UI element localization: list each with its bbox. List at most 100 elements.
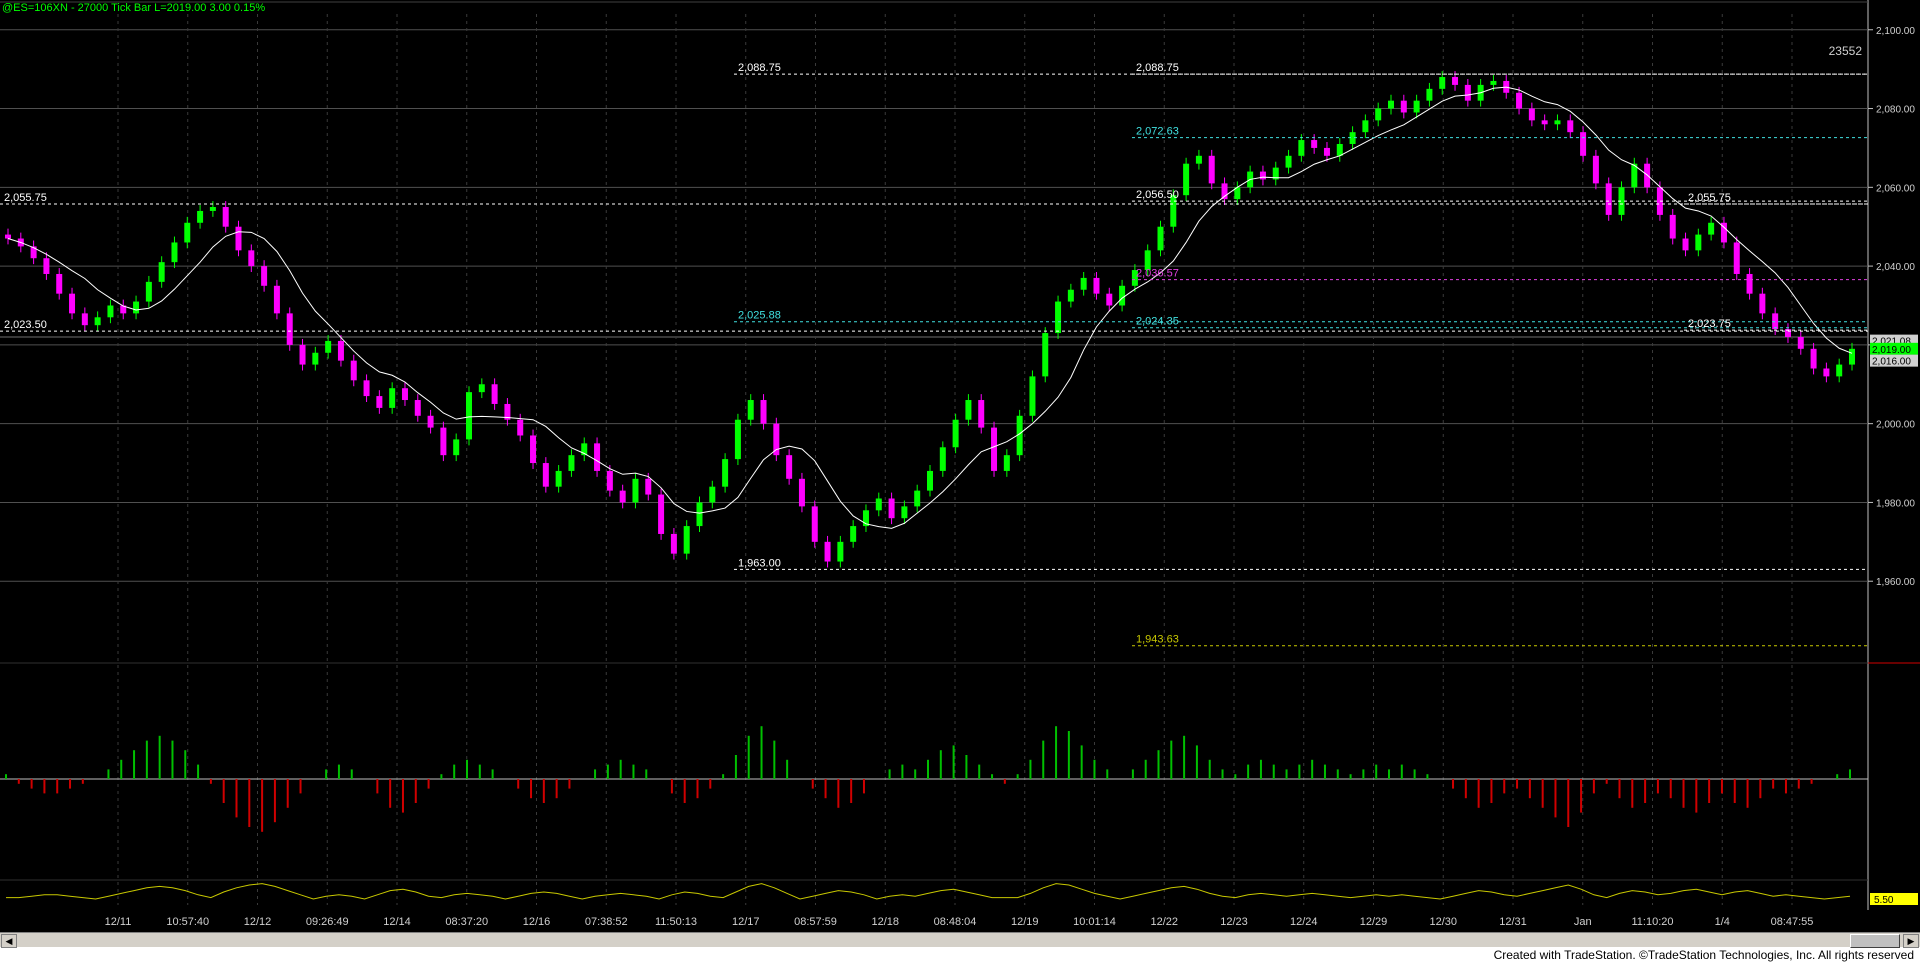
y-tick-label: 2,040.00 (1876, 262, 1915, 273)
level-label: 1,943.63 (1136, 634, 1179, 646)
candle (1119, 285, 1126, 306)
arrow-left-icon[interactable]: ◀ (1, 934, 17, 948)
candle (478, 384, 485, 393)
volume-line (6, 883, 1851, 900)
candle (978, 400, 985, 428)
candle (914, 490, 921, 507)
candle (414, 400, 421, 416)
candle (1400, 100, 1407, 113)
x-tick-label: 08:37:20 (445, 916, 488, 928)
horizontal-scrollbar[interactable]: ◀ ▶ (0, 932, 1920, 948)
candle (491, 384, 498, 404)
candle (1528, 108, 1535, 121)
scroll-thumb[interactable] (1850, 934, 1900, 948)
candle (773, 423, 780, 456)
x-tick-label: 08:47:55 (1771, 916, 1814, 928)
candle (683, 526, 690, 554)
candle (466, 392, 472, 440)
candle (530, 435, 537, 464)
candle (350, 360, 357, 381)
volume-value-label: 5.50 (1874, 895, 1894, 906)
x-tick-label: 12/23 (1220, 916, 1248, 928)
candle (965, 400, 972, 420)
x-tick-label: 1/4 (1715, 916, 1730, 928)
candle (645, 478, 652, 495)
level-label: 2,036.57 (1136, 268, 1179, 280)
candle (248, 250, 255, 267)
candle (1592, 155, 1599, 184)
y-tick-label: 2,080.00 (1876, 105, 1915, 116)
candle (376, 396, 383, 408)
candle (952, 419, 959, 448)
candle (1580, 132, 1587, 156)
candle (594, 443, 601, 471)
candle (811, 506, 818, 542)
x-tick-label: 12/31 (1499, 916, 1527, 928)
candle (158, 262, 165, 282)
candle (837, 541, 844, 562)
candle (632, 478, 639, 503)
candle (286, 313, 293, 345)
candle (619, 490, 626, 503)
candle (1157, 226, 1164, 251)
candle (927, 470, 933, 491)
arrow-right-icon[interactable]: ▶ (1903, 934, 1919, 948)
candle (222, 207, 229, 227)
candle (517, 419, 524, 436)
candle (1336, 143, 1343, 156)
candle (197, 210, 204, 223)
x-tick-label: 12/30 (1429, 916, 1457, 928)
candle (1106, 293, 1113, 306)
candle (56, 273, 63, 294)
candle (709, 486, 716, 503)
candle (1682, 238, 1689, 251)
candle (312, 352, 319, 365)
candle (1695, 234, 1702, 251)
candle (1029, 376, 1036, 416)
candle (1080, 277, 1087, 290)
candle (1388, 100, 1394, 109)
candle (1849, 348, 1855, 365)
candle (69, 293, 76, 314)
footer-credit: Created with TradeStation. ©TradeStation… (1493, 948, 1914, 962)
candle (939, 447, 946, 471)
candle (453, 439, 460, 456)
level-label: 2,088.75 (738, 62, 781, 74)
x-tick-label: 12/29 (1360, 916, 1388, 928)
candle (1516, 92, 1523, 109)
candle (209, 207, 216, 211)
candle (1042, 333, 1049, 377)
level-label: 2,023.75 (1688, 318, 1731, 330)
candle (798, 478, 805, 507)
candle (145, 281, 152, 302)
level-label: 2,023.50 (4, 319, 47, 331)
price-chart[interactable]: 2,100.002,080.002,060.002,040.002,020.00… (0, 0, 1920, 932)
candle (273, 285, 280, 314)
candle (760, 400, 767, 424)
level-label: 2,072.63 (1136, 126, 1179, 138)
x-tick-label: 12/11 (105, 916, 132, 928)
candle (888, 498, 895, 519)
candle (670, 533, 677, 554)
candle (1490, 80, 1497, 85)
moving-average-line (7, 86, 1853, 529)
x-tick-label: 12/12 (244, 916, 272, 928)
x-tick-label: 10:01:14 (1073, 916, 1116, 928)
candle (1349, 132, 1356, 144)
candle (542, 463, 549, 487)
candle (1183, 163, 1190, 196)
candle (786, 455, 793, 479)
candle (1003, 455, 1010, 471)
candle (107, 305, 114, 318)
candle (875, 498, 882, 511)
level-label: 2,025.88 (738, 310, 781, 322)
candle (568, 455, 575, 471)
x-tick-label: 11:10:20 (1631, 916, 1673, 928)
level-label: 2,055.75 (4, 192, 47, 204)
candle (1362, 120, 1369, 133)
candle (363, 380, 370, 397)
candle (1452, 77, 1459, 85)
candle (1567, 120, 1574, 133)
x-tick-label: Jan (1574, 916, 1592, 928)
candle (1554, 120, 1561, 125)
